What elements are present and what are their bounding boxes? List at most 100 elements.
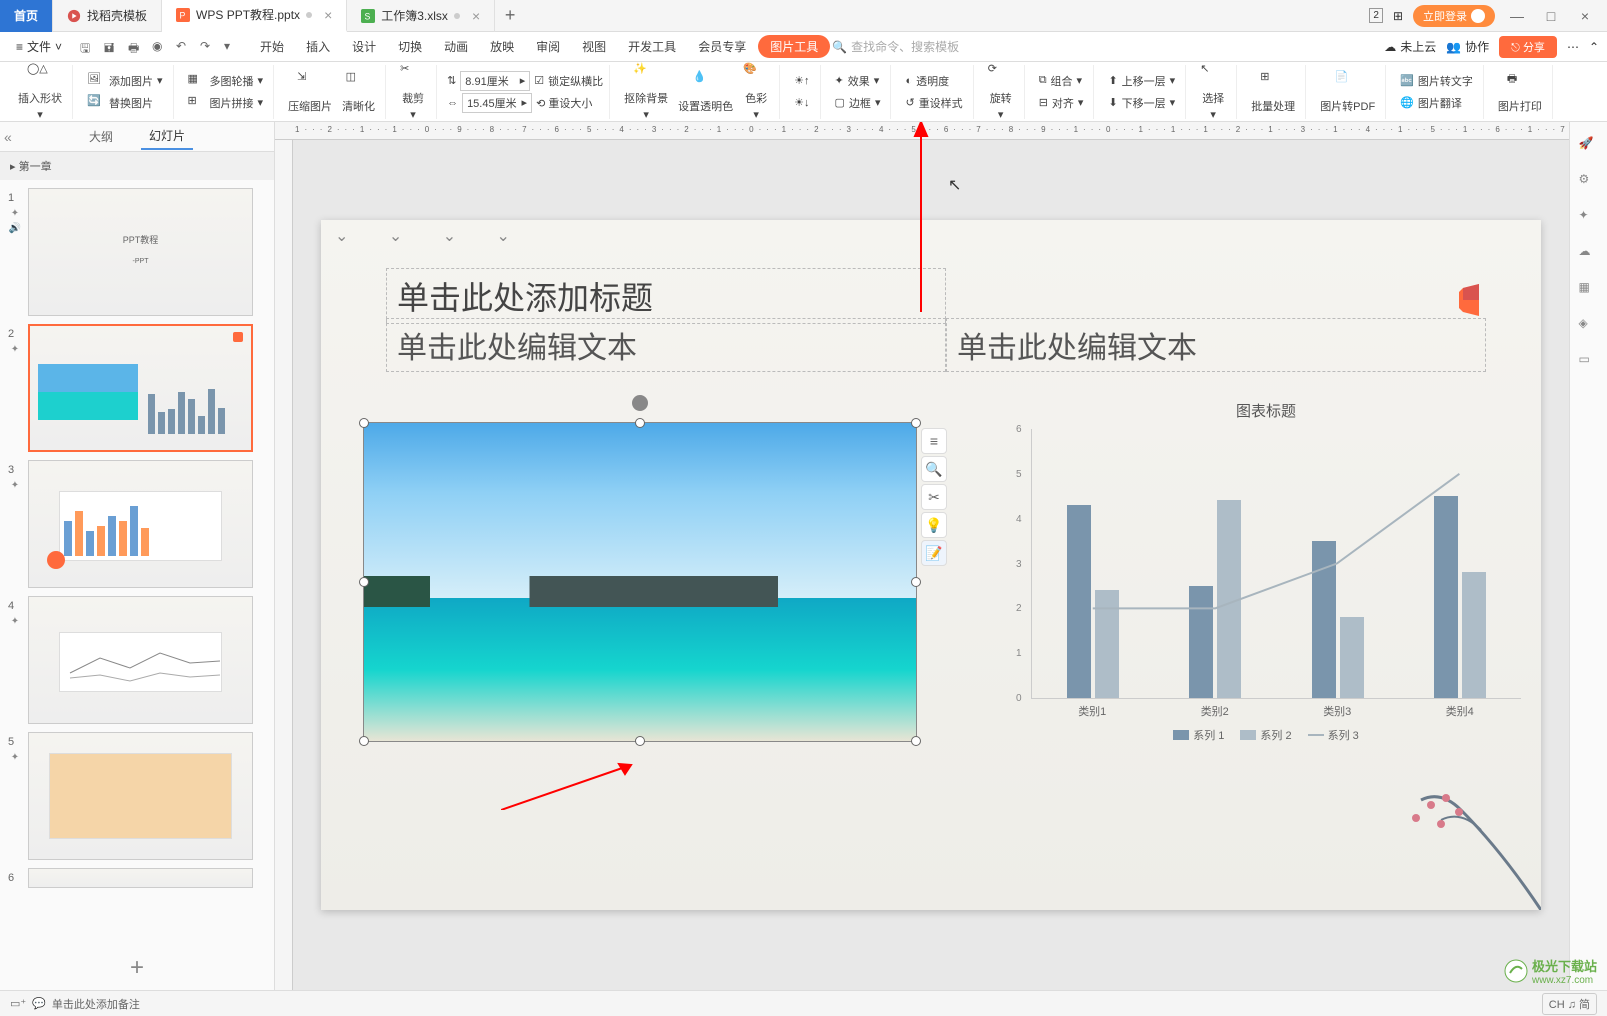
transparent-color-button[interactable]: 💧设置透明色 <box>674 68 737 116</box>
grid-icon[interactable]: 2 <box>1369 8 1383 23</box>
menu-design[interactable]: 设计 <box>342 34 386 59</box>
resize-handle-ne[interactable] <box>911 418 921 428</box>
rotate-button[interactable]: ⟳旋转▾ <box>984 60 1018 123</box>
text-placeholder-1[interactable]: 单击此处编辑文本 <box>386 318 946 372</box>
remove-bg-button[interactable]: ✨抠除背景▾ <box>620 60 672 123</box>
resize-handle-s[interactable] <box>635 736 645 746</box>
file-menu[interactable]: ≡ 文件 ˅ <box>8 38 70 55</box>
replace-image-button[interactable]: 🔄替换图片 <box>83 92 157 114</box>
share-button[interactable]: ⎋ 分享 <box>1499 36 1557 58</box>
notes-icon[interactable]: ▭⁺ <box>10 997 26 1010</box>
ftool-layers-icon[interactable]: ≡ <box>921 428 947 454</box>
add-image-button[interactable]: 🖼添加图片▾ <box>83 70 167 92</box>
menu-start[interactable]: 开始 <box>250 34 294 59</box>
align-button[interactable]: ⊟对齐▾ <box>1035 92 1088 114</box>
height-input[interactable]: 8.91厘米▸ <box>460 71 530 91</box>
color-button[interactable]: 🎨色彩▾ <box>739 60 773 123</box>
close-icon[interactable]: × <box>324 7 332 23</box>
insert-shape-button[interactable]: ◯△插入形状▾ <box>14 60 66 123</box>
apps-icon[interactable]: ⊞ <box>1393 9 1403 23</box>
stitch-button[interactable]: ⊞图片拼接▾ <box>184 92 268 114</box>
compress-button[interactable]: ⇲压缩图片 <box>284 68 336 116</box>
ime-status[interactable]: CH ♫ 简 <box>1542 993 1597 1015</box>
resize-handle-se[interactable] <box>911 736 921 746</box>
section-label[interactable]: ▸ 第一章 <box>0 152 274 180</box>
redo-icon[interactable]: ↷ <box>200 39 216 55</box>
menu-review[interactable]: 审阅 <box>526 34 570 59</box>
resize-handle-e[interactable] <box>911 577 921 587</box>
menu-insert[interactable]: 插入 <box>296 34 340 59</box>
brightness-up-button[interactable]: ☀↑ <box>790 70 813 92</box>
save-icon[interactable]: 🖫 <box>80 39 96 55</box>
close-icon[interactable]: × <box>472 8 480 24</box>
star-icon[interactable]: ✦ <box>1579 208 1599 228</box>
outline-tab[interactable]: 大纲 <box>81 124 121 149</box>
multi-outline-button[interactable]: ▦多图轮播▾ <box>184 70 268 92</box>
cloud-sync-icon[interactable]: ☁ <box>1579 244 1599 264</box>
comment-icon[interactable]: 💬 <box>32 997 46 1010</box>
settings-icon[interactable]: ⚙ <box>1579 172 1599 192</box>
ftool-bulb-icon[interactable]: 💡 <box>921 512 947 538</box>
rotate-handle[interactable] <box>632 395 648 411</box>
effect-button[interactable]: ✦效果▾ <box>831 70 884 92</box>
thumbnail-5[interactable] <box>28 732 253 860</box>
diamond-icon[interactable]: ◈ <box>1579 316 1599 336</box>
menu-animation[interactable]: 动画 <box>434 34 478 59</box>
maximize-button[interactable]: □ <box>1539 8 1563 24</box>
save-as-icon[interactable]: 🖬 <box>104 39 120 55</box>
cloud-status[interactable]: ☁未上云 <box>1384 38 1436 55</box>
tab-home[interactable]: 首页 <box>0 0 53 32</box>
tab-xlsx[interactable]: S 工作簿3.xlsx × <box>347 0 495 32</box>
collapse-panel-icon[interactable]: « <box>4 129 12 145</box>
selected-image[interactable] <box>363 422 917 742</box>
to-pdf-button[interactable]: 📄图片转PDF <box>1316 68 1379 116</box>
undo-icon[interactable]: ↶ <box>176 39 192 55</box>
more-icon[interactable]: ⋯ <box>1567 40 1579 54</box>
combine-button[interactable]: ⧉组合▾ <box>1035 70 1086 92</box>
template-icon[interactable]: ▦ <box>1579 280 1599 300</box>
print-icon[interactable]: 🖶 <box>128 39 144 55</box>
brightness-down-button[interactable]: ☀↓ <box>790 92 813 114</box>
rocket-icon[interactable]: 🚀 <box>1579 136 1599 156</box>
present-icon[interactable]: ▭ <box>1579 352 1599 372</box>
transparency-button[interactable]: ◐透明度 <box>901 70 953 92</box>
collapse-ribbon-icon[interactable]: ⌃ <box>1589 40 1599 54</box>
preview-icon[interactable]: ◉ <box>152 39 168 55</box>
tab-ppt[interactable]: P WPS PPT教程.pptx × <box>162 0 347 32</box>
thumbnail-2[interactable] <box>28 324 253 452</box>
resize-handle-sw[interactable] <box>359 736 369 746</box>
print-img-button[interactable]: 🖶图片打印 <box>1494 68 1546 116</box>
thumbnail-1[interactable]: PPT教程-PPT <box>28 188 253 316</box>
crop-button[interactable]: ✂裁剪▾ <box>396 60 430 123</box>
dropdown-icon[interactable]: ▾ <box>224 39 240 55</box>
resize-handle-w[interactable] <box>359 577 369 587</box>
close-button[interactable]: × <box>1573 8 1597 24</box>
reset-size-button[interactable]: ⟲ 重设大小 <box>536 95 592 111</box>
chart[interactable]: 图表标题 0 1 2 3 4 5 6 <box>1011 400 1521 740</box>
menu-slideshow[interactable]: 放映 <box>480 34 524 59</box>
add-slide-button[interactable]: + <box>0 946 274 990</box>
ftool-crop-icon[interactable]: ✂ <box>921 484 947 510</box>
text-placeholder-2[interactable]: 单击此处编辑文本 <box>946 318 1486 372</box>
menu-view[interactable]: 视图 <box>572 34 616 59</box>
lock-ratio-check[interactable]: ☑ <box>534 74 544 87</box>
select-button[interactable]: ↖选择▾ <box>1196 60 1230 123</box>
border-button[interactable]: ▢边框▾ <box>831 92 885 114</box>
thumbnail-4[interactable] <box>28 596 253 724</box>
width-input[interactable]: 15.45厘米▸ <box>462 93 532 113</box>
title-placeholder[interactable]: 单击此处添加标题 <box>386 268 946 324</box>
move-down-button[interactable]: ⬇下移一层▾ <box>1104 92 1179 114</box>
tab-templates[interactable]: 找稻壳模板 <box>53 0 162 32</box>
batch-button[interactable]: ⊞批量处理 <box>1247 68 1299 116</box>
menu-devtools[interactable]: 开发工具 <box>618 34 686 59</box>
ftool-edit-icon[interactable]: 📝 <box>921 540 947 566</box>
coop-button[interactable]: 👥协作 <box>1446 38 1489 55</box>
login-button[interactable]: 立即登录 <box>1413 5 1495 27</box>
sharpen-button[interactable]: ◫清晰化 <box>338 68 379 116</box>
thumbnail-6[interactable] <box>28 868 253 888</box>
ftool-zoom-icon[interactable]: 🔍 <box>921 456 947 482</box>
resize-handle-n[interactable] <box>635 418 645 428</box>
to-text-button[interactable]: 🔤图片转文字 <box>1396 70 1477 92</box>
translate-button[interactable]: 🌐图片翻译 <box>1396 92 1466 114</box>
slide-canvas[interactable]: ⌄ ⌄ ⌄ ⌄ 单击此处添加标题 单击此处编辑文本 单击此处编辑文本 <box>321 220 1541 910</box>
